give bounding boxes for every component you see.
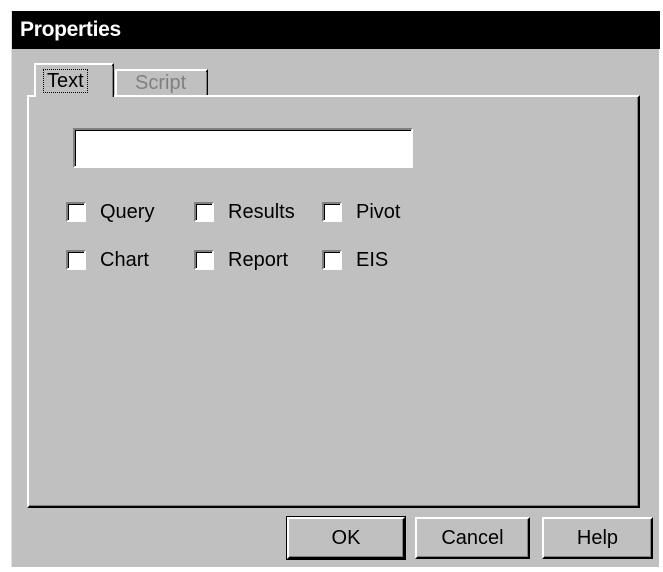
- checkbox-query-box[interactable]: [66, 202, 86, 222]
- cancel-button[interactable]: Cancel: [415, 517, 530, 559]
- window-title: Properties: [20, 18, 121, 41]
- checkbox-report-label: Report: [228, 248, 289, 271]
- properties-dialog: Properties Text Script Query Results Piv…: [11, 11, 660, 567]
- checkbox-query[interactable]: Query: [66, 199, 154, 225]
- checkbox-query-label: Query: [100, 200, 155, 223]
- tab-script-label: Script: [135, 72, 187, 94]
- help-button[interactable]: Help: [542, 517, 653, 559]
- text-input[interactable]: [73, 128, 413, 168]
- checkbox-results-label: Results: [228, 200, 295, 223]
- checkbox-results-box[interactable]: [194, 202, 214, 222]
- checkbox-report-box[interactable]: [194, 250, 214, 270]
- checkbox-chart[interactable]: Chart: [66, 247, 149, 273]
- title-bar[interactable]: Properties: [12, 11, 660, 49]
- tab-script[interactable]: Script: [115, 69, 208, 97]
- checkbox-pivot[interactable]: Pivot: [322, 199, 400, 225]
- checkbox-eis-box[interactable]: [322, 250, 342, 270]
- checkbox-results[interactable]: Results: [194, 199, 295, 225]
- checkbox-pivot-label: Pivot: [356, 200, 401, 223]
- checkbox-eis-label: EIS: [356, 248, 389, 271]
- checkbox-chart-box[interactable]: [66, 250, 86, 270]
- checkbox-chart-label: Chart: [100, 248, 149, 271]
- checkbox-report[interactable]: Report: [194, 247, 288, 273]
- tab-text-label: Text: [43, 69, 88, 93]
- ok-button[interactable]: OK: [286, 516, 406, 560]
- tab-text[interactable]: Text: [34, 63, 114, 97]
- checkbox-eis[interactable]: EIS: [322, 247, 388, 273]
- checkbox-pivot-box[interactable]: [322, 202, 342, 222]
- tab-panel-text: Query Results Pivot Chart Report EIS: [27, 95, 640, 508]
